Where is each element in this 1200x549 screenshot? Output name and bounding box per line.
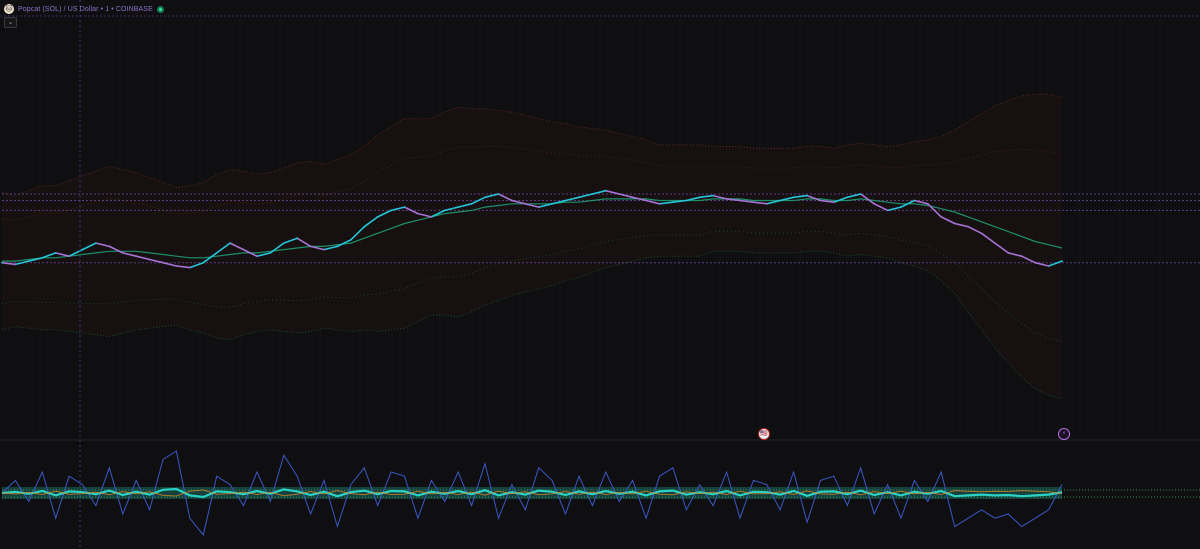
price-point bbox=[242, 248, 245, 251]
price-point bbox=[484, 196, 486, 199]
price-point bbox=[618, 193, 621, 195]
price-point bbox=[873, 202, 876, 205]
price-point bbox=[1007, 252, 1010, 254]
price-point bbox=[27, 260, 30, 262]
price-point bbox=[1047, 265, 1050, 267]
price-point bbox=[564, 199, 567, 202]
price-point bbox=[470, 202, 473, 205]
price-point bbox=[846, 196, 849, 199]
price-point bbox=[685, 199, 688, 202]
price-point bbox=[417, 212, 419, 215]
price-point bbox=[994, 242, 996, 245]
price-point bbox=[497, 193, 500, 195]
price-point bbox=[202, 261, 205, 264]
collapse-legend-button[interactable]: ⌄ bbox=[4, 17, 17, 28]
us-flag-event-icon[interactable]: 🇺🇸 bbox=[758, 428, 770, 440]
price-point bbox=[430, 216, 433, 218]
price-point bbox=[967, 225, 969, 228]
price-point bbox=[81, 248, 84, 251]
price-point bbox=[859, 193, 862, 195]
price-point bbox=[591, 193, 594, 195]
price-point bbox=[926, 202, 929, 205]
price-point bbox=[980, 232, 983, 235]
price-point bbox=[604, 189, 607, 192]
price-point bbox=[363, 225, 366, 228]
price-point bbox=[350, 238, 352, 241]
price-point bbox=[215, 252, 218, 254]
price-chart[interactable] bbox=[0, 0, 1200, 549]
chart-root[interactable]: 🐱 Popcat (SOL) / US Dollar • 1 • COINBAS… bbox=[0, 0, 1200, 549]
price-point bbox=[68, 255, 70, 258]
price-point bbox=[645, 199, 647, 202]
price-point bbox=[1020, 255, 1023, 258]
price-point bbox=[712, 194, 714, 197]
symbol-header[interactable]: 🐱 Popcat (SOL) / US Dollar • 1 • COINBAS… bbox=[0, 0, 164, 18]
price-point bbox=[524, 202, 527, 205]
price-point bbox=[537, 206, 540, 209]
price-point bbox=[296, 237, 299, 240]
price-point bbox=[752, 201, 755, 204]
price-point bbox=[376, 216, 379, 218]
price-point bbox=[819, 199, 822, 202]
price-point bbox=[108, 245, 111, 248]
price-point bbox=[806, 194, 808, 197]
price-point bbox=[1061, 260, 1063, 262]
price-point bbox=[953, 222, 956, 225]
price-point bbox=[403, 206, 406, 209]
price-point bbox=[578, 196, 580, 199]
live-status-icon bbox=[156, 5, 164, 13]
price-point bbox=[913, 199, 916, 202]
price-point bbox=[121, 252, 124, 254]
price-point bbox=[175, 265, 178, 267]
price-point bbox=[833, 201, 835, 204]
price-point bbox=[658, 202, 661, 205]
price-point bbox=[390, 209, 392, 212]
price-point bbox=[162, 261, 164, 264]
price-point bbox=[256, 255, 258, 258]
price-point bbox=[792, 196, 795, 199]
price-point bbox=[739, 199, 741, 202]
popcat-logo-icon: 🐱 bbox=[4, 4, 14, 14]
price-point bbox=[551, 202, 553, 205]
price-point bbox=[14, 263, 17, 266]
price-point bbox=[323, 248, 325, 251]
price-point bbox=[886, 209, 889, 212]
price-point bbox=[1034, 261, 1037, 264]
price-point bbox=[672, 201, 674, 204]
symbol-title[interactable]: Popcat (SOL) / US Dollar • 1 • COINBASE bbox=[18, 6, 153, 13]
price-point bbox=[148, 258, 151, 261]
lightning-event-icon[interactable]: ⚡ bbox=[1058, 428, 1070, 440]
price-point bbox=[309, 245, 312, 248]
price-point bbox=[698, 196, 701, 199]
price-point bbox=[900, 206, 902, 209]
price-point bbox=[511, 199, 513, 202]
price-point bbox=[95, 242, 97, 245]
price-point bbox=[41, 256, 44, 259]
price-point bbox=[135, 255, 138, 258]
price-point bbox=[940, 216, 943, 218]
price-point bbox=[457, 206, 460, 209]
price-point bbox=[725, 198, 728, 200]
price-point bbox=[765, 202, 768, 205]
price-point bbox=[779, 199, 782, 202]
price-point bbox=[188, 266, 191, 269]
price-point bbox=[229, 242, 232, 245]
price-point bbox=[269, 252, 272, 254]
price-point bbox=[54, 252, 57, 254]
price-point bbox=[631, 196, 634, 199]
price-point bbox=[336, 245, 339, 248]
price-point bbox=[443, 209, 446, 212]
price-point bbox=[1, 261, 3, 264]
price-point bbox=[282, 242, 285, 245]
